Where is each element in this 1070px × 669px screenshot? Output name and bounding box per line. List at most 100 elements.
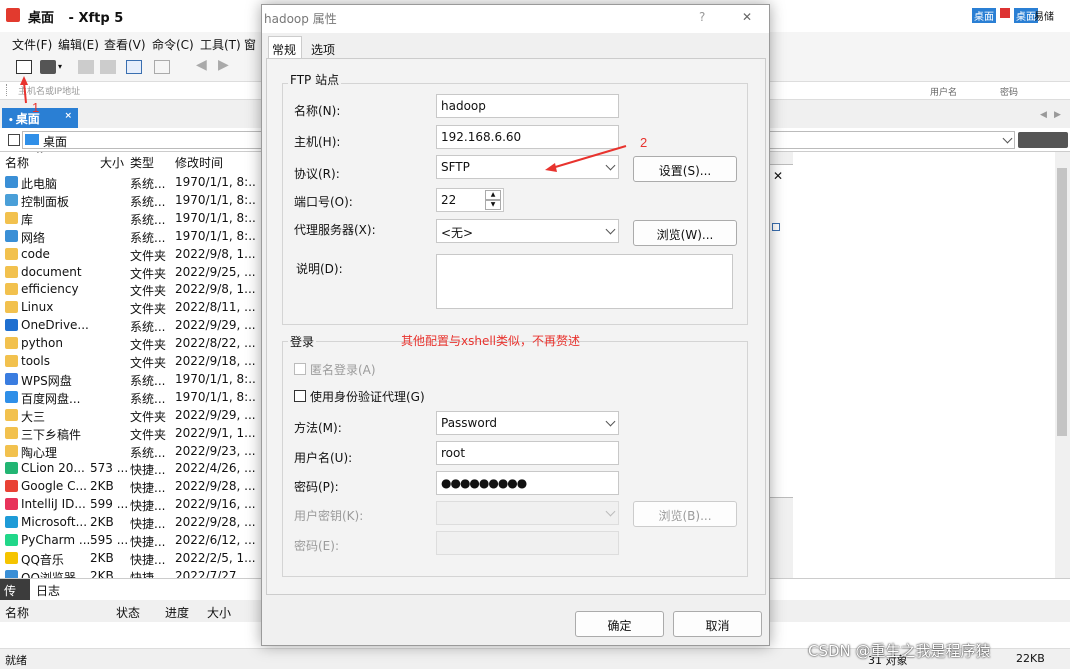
cancel-button[interactable]: 取消 — [673, 611, 762, 637]
password-input[interactable]: ●●●●●●●●● — [436, 471, 619, 495]
nav-buttons-icon[interactable] — [1018, 132, 1068, 148]
chevron-down-icon[interactable] — [1002, 133, 1013, 144]
file-name: 三下乡稿件 — [21, 427, 82, 442]
tab-scroll-right-icon[interactable]: ▶ — [1054, 110, 1061, 120]
col-type[interactable]: 类型 — [130, 154, 154, 171]
host-input[interactable]: 192.168.6.60 — [436, 125, 619, 149]
open-folder-icon[interactable] — [40, 60, 56, 74]
col-transfer-name[interactable]: 名称 — [5, 604, 29, 621]
userkey-label: 用户密钥(K): — [294, 509, 364, 523]
file-row[interactable]: 此电脑 系统... 1970/1/1, 8:... — [0, 173, 262, 191]
port-down-icon[interactable]: ▼ — [485, 200, 501, 210]
anonymous-label: 匿名登录(A) — [310, 363, 376, 377]
file-size: 573 ... — [90, 461, 128, 476]
file-row[interactable]: 陶心理 系统... 2022/9/23, ... — [0, 442, 262, 460]
close-icon[interactable] — [1000, 8, 1010, 18]
method-label: 方法(M): — [294, 421, 342, 435]
file-type: 系统... — [130, 320, 166, 335]
file-row[interactable]: WPS网盘 系统... 1970/1/1, 8:... — [0, 370, 262, 388]
file-row[interactable]: 大三 文件夹 2022/9/29, ... — [0, 406, 262, 424]
port-input[interactable]: 22 ▲ ▼ — [436, 188, 504, 212]
file-mtime: 1970/1/1, 8:... — [175, 371, 255, 386]
pane-toggle-icon[interactable] — [8, 134, 20, 146]
file-row[interactable]: Linux 文件夹 2022/8/11, ... — [0, 298, 262, 316]
name-input[interactable]: hadoop — [436, 94, 619, 118]
file-mtime: 2022/4/26, ... — [175, 461, 255, 476]
menu-view[interactable]: 查看(V) — [104, 36, 146, 53]
file-row[interactable]: IntelliJ ID... 599 ... 快捷... 2022/9/16, ... — [0, 495, 262, 513]
file-row[interactable]: 百度网盘... 系统... 1970/1/1, 8:... — [0, 388, 262, 406]
passphrase-input[interactable] — [436, 531, 619, 555]
top-right-tab-1[interactable]: 桌面 — [972, 8, 996, 23]
file-name: CLion 20... — [21, 461, 85, 476]
file-row[interactable]: QQ音乐 2KB 快捷... 2022/2/5, 1... — [0, 549, 262, 567]
col-modified[interactable]: 修改时间 — [175, 154, 223, 171]
new-session-icon[interactable] — [16, 60, 32, 74]
tab-options[interactable]: 选项 — [306, 38, 342, 58]
file-row[interactable]: tools 文件夹 2022/9/18, ... — [0, 352, 262, 370]
description-textarea[interactable] — [436, 254, 733, 309]
host-input[interactable]: 主机名或IP地址 — [18, 84, 80, 97]
tab-scroll-left-icon[interactable]: ◀ — [1040, 110, 1047, 120]
file-icon — [5, 193, 18, 206]
userkey-select[interactable] — [436, 501, 619, 525]
file-row[interactable]: efficiency 文件夹 2022/9/8, 1... — [0, 280, 262, 298]
auth-agent-checkbox[interactable] — [294, 390, 306, 402]
username-field[interactable]: 用户名 — [930, 85, 957, 98]
menu-file[interactable]: 文件(F) — [12, 36, 52, 53]
tab-log[interactable]: 日志 — [36, 582, 60, 599]
col-transfer-status[interactable]: 状态 — [116, 604, 140, 621]
file-row[interactable]: 控制面板 系统... 1970/1/1, 8:... — [0, 191, 262, 209]
anonymous-checkbox[interactable] — [294, 363, 306, 375]
col-name[interactable]: 名称 — [5, 154, 29, 171]
tab-general[interactable]: 常规 — [268, 36, 302, 58]
file-row[interactable]: python 文件夹 2022/8/22, ... — [0, 334, 262, 352]
file-row[interactable]: Google C... 2KB 快捷... 2022/9/28, ... — [0, 477, 262, 495]
proxy-select[interactable]: <无> — [436, 219, 619, 243]
title-location: 桌面 — [28, 11, 55, 26]
top-right-tab-3[interactable]: 易储 — [1034, 8, 1054, 23]
file-row[interactable]: 三下乡稿件 文件夹 2022/9/1, 1... — [0, 424, 262, 442]
tab-close-icon[interactable]: × — [64, 111, 72, 121]
scroll-thumb[interactable] — [1057, 168, 1067, 436]
menu-tools[interactable]: 工具(T) — [200, 36, 241, 53]
file-row[interactable]: Microsoft... 2KB 快捷... 2022/9/28, ... — [0, 513, 262, 531]
file-name: QQ浏览器 — [21, 570, 76, 578]
help-icon[interactable]: ? — [699, 10, 705, 24]
close-icon[interactable]: ✕ — [773, 169, 783, 183]
file-row[interactable]: PyCharm ... 595 ... 快捷... 2022/6/12, ... — [0, 531, 262, 549]
username-input[interactable]: root — [436, 441, 619, 465]
col-transfer-size[interactable]: 大小 — [207, 604, 231, 621]
file-name: OneDrive... — [21, 318, 89, 333]
browse-proxy-button[interactable]: 浏览(W)... — [633, 220, 737, 246]
protocol-select[interactable]: SFTP — [436, 155, 619, 179]
method-select[interactable]: Password — [436, 411, 619, 435]
port-up-icon[interactable]: ▲ — [485, 190, 501, 200]
menu-edit[interactable]: 编辑(E) — [58, 36, 99, 53]
password-field[interactable]: 密码 — [1000, 85, 1018, 98]
file-row[interactable]: OneDrive... 系统... 2022/9/29, ... — [0, 316, 262, 334]
file-icon — [5, 265, 18, 278]
file-row[interactable]: QQ浏览器 2KB 快捷... 2022/7/27, ... — [0, 567, 262, 578]
file-row[interactable]: 库 系统... 1970/1/1, 8:... — [0, 209, 262, 227]
chevron-down-icon[interactable]: ▾ — [58, 62, 66, 76]
file-mtime: 1970/1/1, 8:... — [175, 389, 255, 404]
ok-button[interactable]: 确定 — [575, 611, 664, 637]
file-row[interactable]: CLion 20... 573 ... 快捷... 2022/4/26, ... — [0, 459, 262, 477]
menu-window[interactable]: 窗 — [244, 36, 256, 53]
settings-button[interactable]: 设置(S)... — [633, 156, 737, 182]
tab-desktop[interactable]: • 桌面 × — [2, 108, 78, 128]
tab-transfer[interactable]: 传输 — [0, 579, 30, 615]
properties-icon[interactable] — [126, 60, 142, 74]
close-icon[interactable]: ✕ — [742, 10, 752, 24]
chevron-down-icon — [605, 416, 616, 427]
file-row[interactable]: document 文件夹 2022/9/25, ... — [0, 263, 262, 281]
col-transfer-progress[interactable]: 进度 — [165, 604, 189, 621]
menu-command[interactable]: 命令(C) — [152, 36, 194, 53]
col-size[interactable]: 大小 — [100, 154, 124, 171]
file-row[interactable]: code 文件夹 2022/9/8, 1... — [0, 245, 262, 263]
browse-key-button[interactable]: 浏览(B)... — [633, 501, 737, 527]
file-name: 大三 — [21, 409, 46, 424]
file-icon — [5, 444, 18, 457]
file-row[interactable]: 网络 系统... 1970/1/1, 8:... — [0, 227, 262, 245]
